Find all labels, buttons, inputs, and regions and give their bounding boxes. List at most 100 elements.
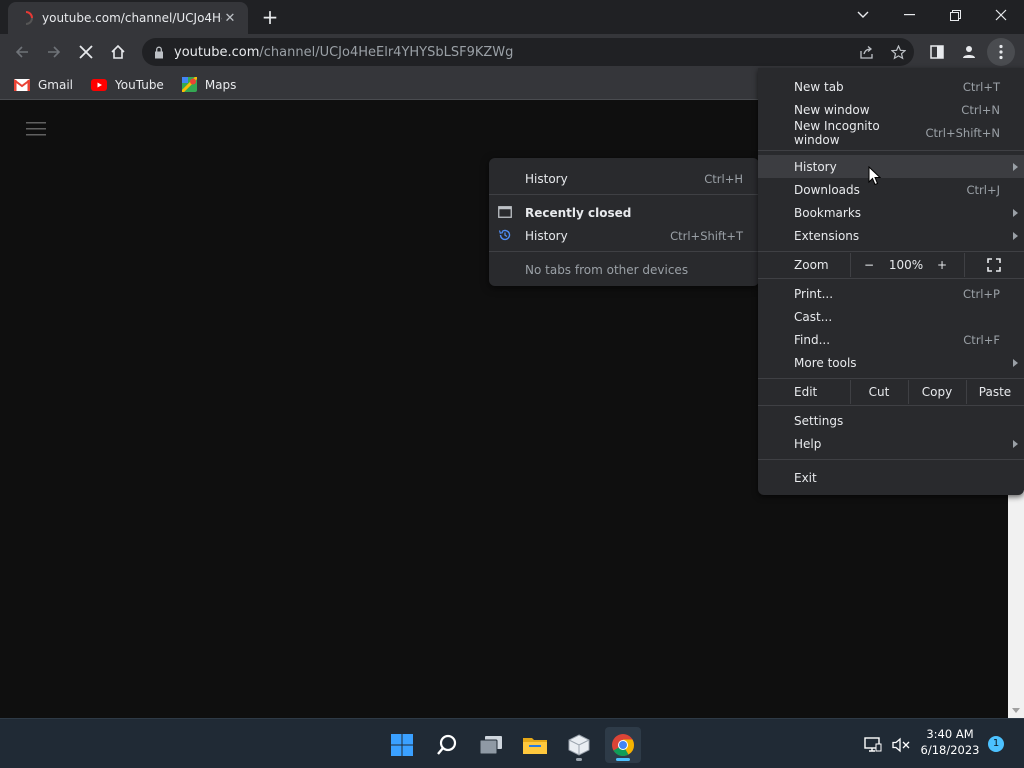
task-view-icon — [479, 736, 502, 755]
restore-button[interactable] — [932, 0, 978, 30]
shortcut: Ctrl+J — [966, 182, 1001, 197]
kebab-menu-icon — [999, 44, 1003, 60]
cut-button[interactable]: Cut — [850, 380, 908, 404]
separator — [758, 459, 1024, 460]
search-button[interactable] — [429, 727, 465, 763]
chrome-taskbar-button[interactable] — [605, 727, 641, 763]
submenu-arrow-icon — [1013, 231, 1018, 240]
file-explorer-button[interactable] — [517, 727, 553, 763]
zoom-in-button[interactable]: + — [924, 253, 960, 277]
start-button[interactable] — [384, 727, 420, 763]
new-tab-button[interactable]: + — [258, 6, 282, 30]
volume-tray-button[interactable] — [886, 727, 916, 763]
network-tray-button[interactable] — [858, 727, 888, 763]
person-icon — [963, 46, 975, 58]
side-panel-icon — [930, 45, 944, 59]
separator — [758, 251, 1024, 252]
submenu-arrow-icon — [1013, 439, 1018, 448]
menu-extensions[interactable]: Extensions — [758, 224, 1024, 247]
menu-exit[interactable]: Exit — [758, 466, 1024, 489]
separator — [489, 251, 759, 252]
profile-button[interactable] — [955, 38, 983, 66]
tab-close-icon[interactable]: ✕ — [222, 11, 238, 26]
url-text[interactable]: youtube.com/channel/UCJo4HeElr4YHYSbLSF9… — [174, 45, 513, 60]
chrome-menu-button[interactable] — [987, 38, 1015, 66]
back-button[interactable] — [8, 38, 36, 66]
minimize-button[interactable] — [886, 0, 932, 30]
tab-strip: youtube.com/channel/UCJo4HeE ✕ + — [0, 0, 1024, 34]
submenu-arrow-icon — [1013, 162, 1018, 171]
menu-help[interactable]: Help — [758, 432, 1024, 455]
submenu-arrow-icon — [1013, 358, 1018, 367]
bookmark-label: Gmail — [38, 77, 74, 92]
browser-toolbar: youtube.com/channel/UCJo4HeElr4YHYSbLSF9… — [0, 34, 1024, 70]
chrome-main-menu: New tab Ctrl+T New window Ctrl+N New Inc… — [758, 68, 1024, 495]
shortcut: Ctrl+N — [961, 102, 1000, 117]
submenu-restore-history[interactable]: History Ctrl+Shift+T — [489, 224, 759, 247]
separator — [758, 378, 1024, 379]
loading-favicon-icon — [25, 11, 33, 25]
restore-icon — [949, 9, 961, 21]
arrow-left-icon — [15, 46, 28, 58]
zoom-out-button[interactable]: − — [850, 253, 888, 277]
menu-find[interactable]: Find... Ctrl+F — [758, 328, 1024, 351]
folder-icon — [523, 738, 547, 754]
menu-print[interactable]: Print... Ctrl+P — [758, 282, 1024, 305]
bookmark-youtube[interactable]: YouTube — [91, 78, 164, 92]
forward-button[interactable] — [40, 38, 68, 66]
menu-cast[interactable]: Cast... — [758, 305, 1024, 328]
active-indicator — [616, 758, 630, 761]
shortcut: Ctrl+Shift+T — [670, 228, 743, 243]
stop-loading-button[interactable] — [72, 38, 100, 66]
submenu-history[interactable]: History Ctrl+H — [489, 167, 759, 190]
menu-new-incognito-window[interactable]: New Incognito window Ctrl+Shift+N — [758, 119, 1024, 147]
copy-button[interactable]: Copy — [908, 380, 966, 404]
submenu-recently-closed: Recently closed — [489, 201, 759, 224]
page-scrollbar[interactable] — [1008, 490, 1024, 718]
menu-new-tab[interactable]: New tab Ctrl+T — [758, 75, 1024, 98]
search-icon — [437, 734, 457, 755]
close-window-button[interactable] — [978, 0, 1024, 30]
paste-button[interactable]: Paste — [966, 380, 1024, 404]
scroll-down-arrow-icon[interactable] — [1012, 708, 1020, 713]
fullscreen-button[interactable] — [964, 253, 1024, 277]
history-submenu: History Ctrl+H Recently closed History C… — [489, 158, 759, 286]
bookmark-maps[interactable]: Maps — [181, 77, 236, 92]
network-icon — [864, 737, 882, 752]
clock-date: 6/18/2023 — [920, 743, 980, 757]
virtualbox-app-button[interactable] — [561, 727, 597, 763]
bookmark-gmail[interactable]: Gmail — [14, 78, 73, 92]
taskbar-clock[interactable]: 3:40 AM 6/18/2023 — [918, 726, 982, 758]
menu-more-tools[interactable]: More tools — [758, 351, 1024, 374]
shortcut: Ctrl+P — [962, 286, 1000, 301]
url-path: /channel/UCJo4HeElr4YHYSbLSF9KZWg — [259, 44, 514, 60]
shortcut: Ctrl+H — [704, 171, 743, 186]
menu-settings[interactable]: Settings — [758, 409, 1024, 432]
hamburger-menu-icon[interactable] — [26, 121, 46, 137]
tab-search-button[interactable] — [840, 0, 886, 30]
shortcut: Ctrl+T — [962, 79, 1000, 94]
share-button[interactable] — [852, 38, 880, 66]
submenu-no-tabs: No tabs from other devices — [525, 262, 689, 277]
tab-title: youtube.com/channel/UCJo4HeE — [42, 11, 222, 25]
menu-bookmarks[interactable]: Bookmarks — [758, 201, 1024, 224]
shortcut: Ctrl+F — [963, 332, 1000, 347]
side-panel-button[interactable] — [923, 38, 951, 66]
notification-badge[interactable]: 1 — [988, 736, 1004, 752]
menu-history[interactable]: History — [758, 155, 1024, 178]
home-button[interactable] — [104, 38, 132, 66]
shortcut: Ctrl+Shift+N — [925, 125, 1000, 140]
clock-time: 3:40 AM — [926, 727, 974, 741]
browser-tab[interactable]: youtube.com/channel/UCJo4HeE ✕ — [8, 2, 248, 34]
chevron-down-icon — [857, 11, 869, 18]
address-bar[interactable]: youtube.com/channel/UCJo4HeElr4YHYSbLSF9… — [142, 38, 914, 66]
windows-logo-icon — [391, 734, 413, 756]
bookmark-star-button[interactable] — [884, 38, 912, 66]
task-view-button[interactable] — [473, 727, 509, 763]
lock-icon[interactable] — [152, 46, 166, 59]
cube-icon — [568, 734, 590, 756]
windows-taskbar — [0, 718, 1024, 768]
stop-icon — [79, 45, 93, 59]
menu-downloads[interactable]: Downloads Ctrl+J — [758, 178, 1024, 201]
fullscreen-icon — [987, 258, 1001, 272]
